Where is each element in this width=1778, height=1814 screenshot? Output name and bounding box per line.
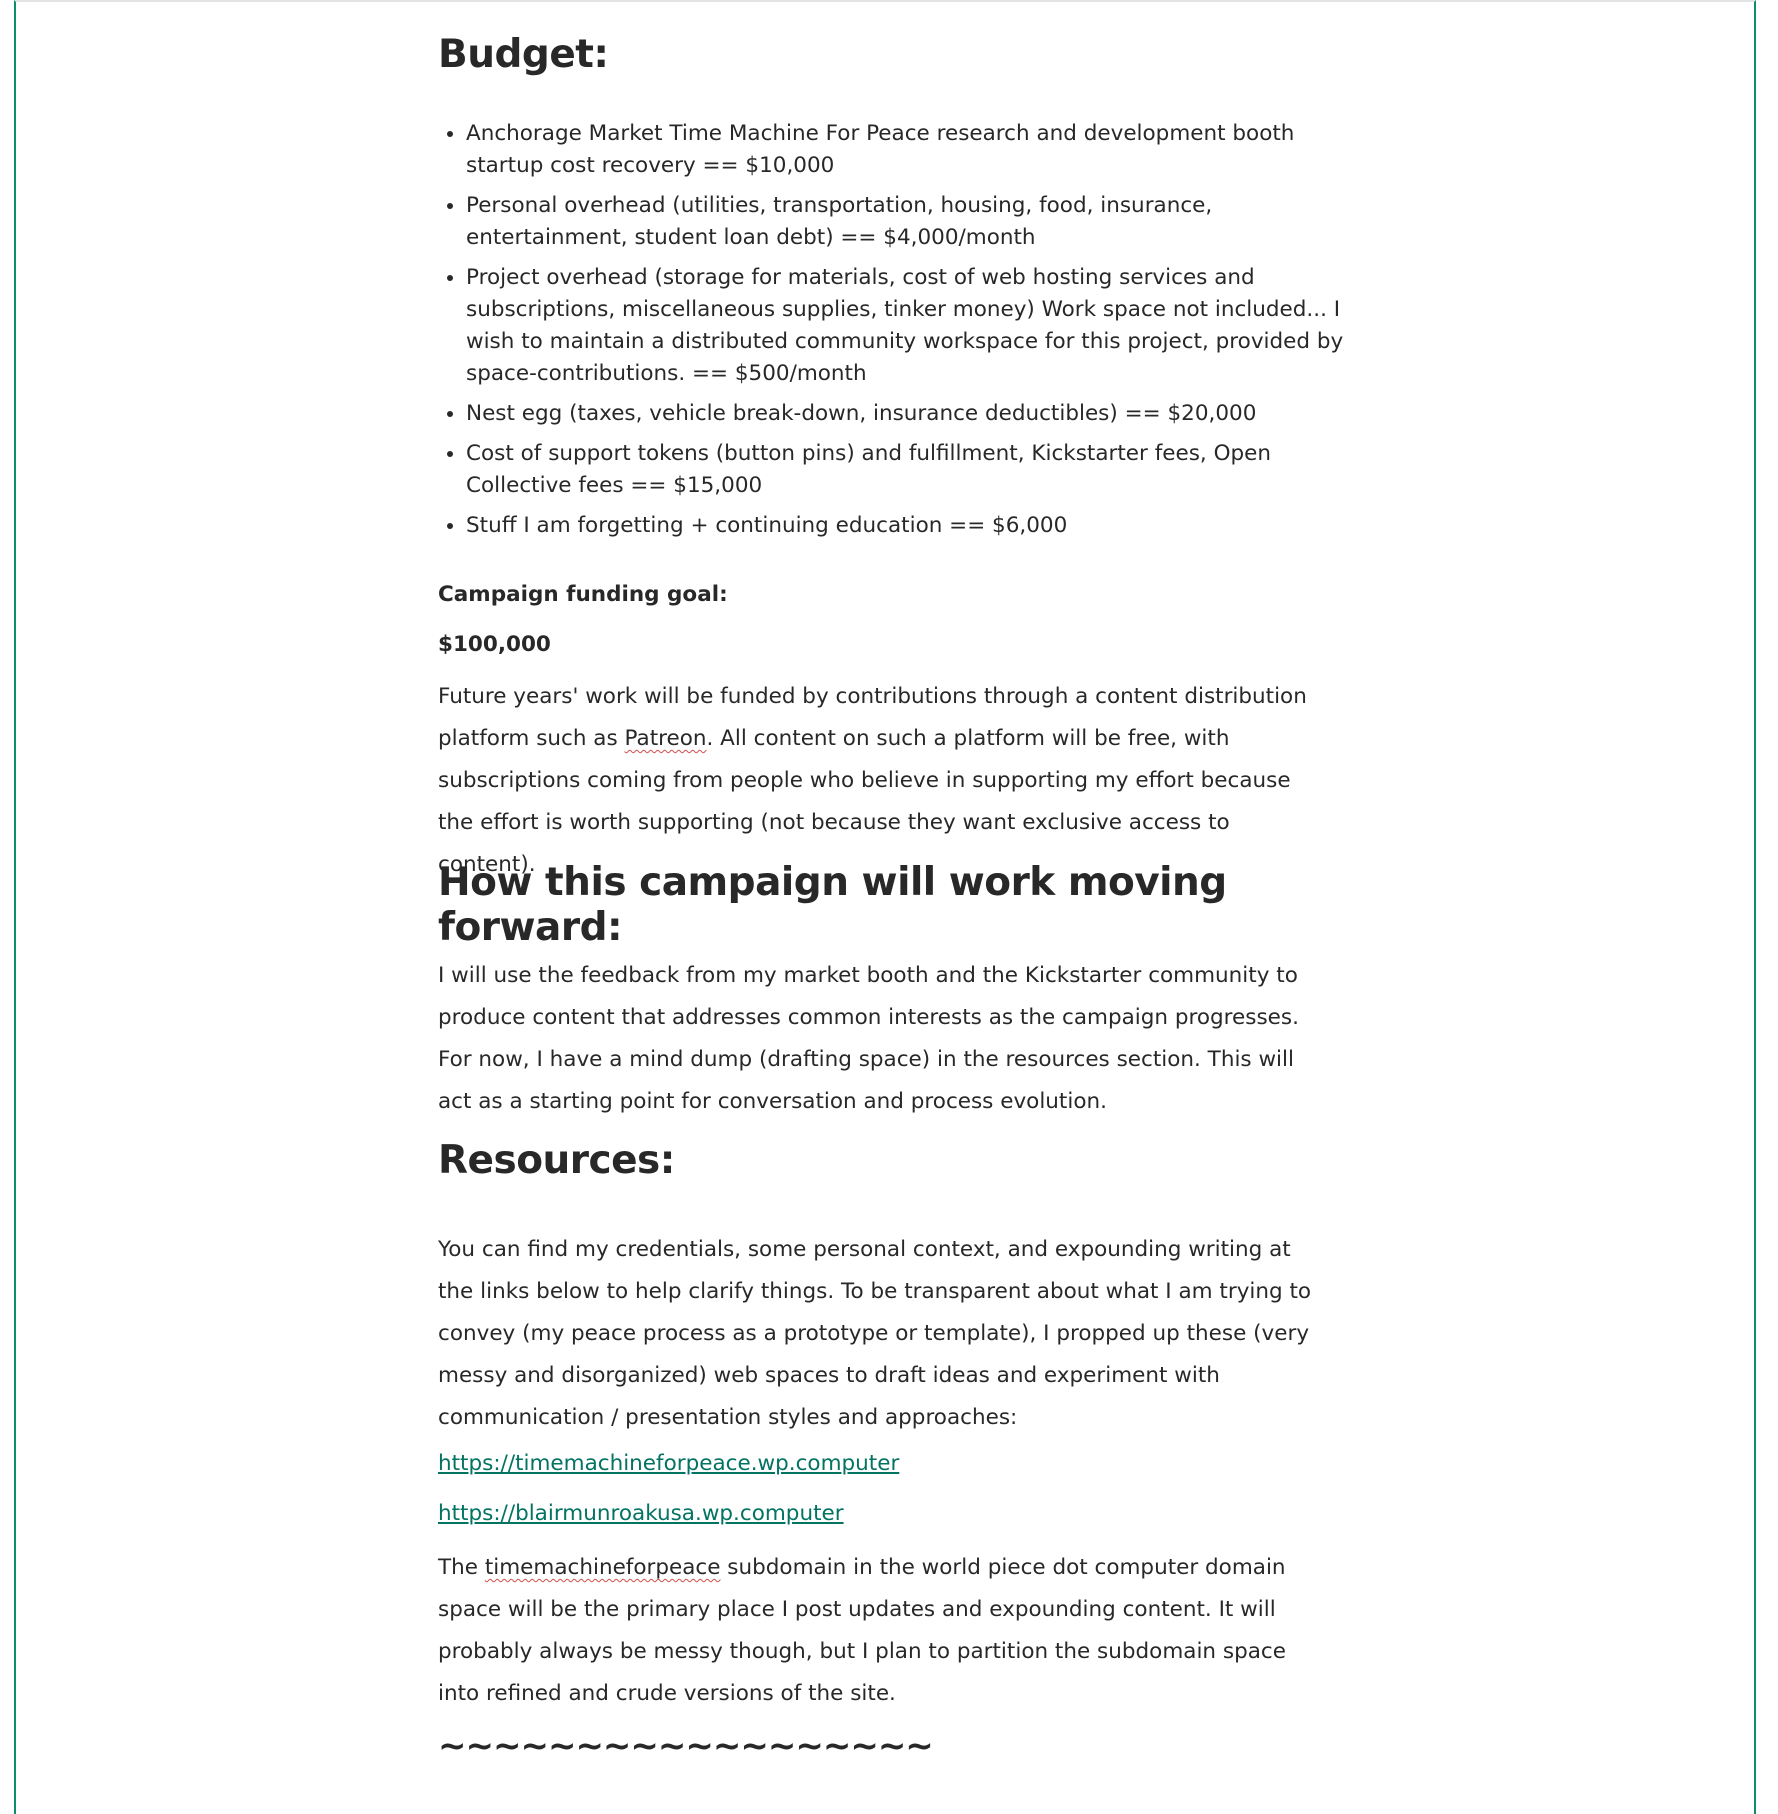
misspelled-word: timemachineforpeace (484, 1555, 721, 1580)
budget-heading: Budget: (438, 32, 609, 77)
future-funding-paragraph: Future years' work will be funded by con… (438, 676, 1318, 886)
subdomain-paragraph: The timemachineforpeace subdomain in the… (438, 1547, 1318, 1715)
how-paragraph: I will use the feedback from my market b… (438, 963, 1299, 1114)
list-item: Personal overhead (utilities, transporta… (466, 190, 1346, 254)
funding-goal-label: Campaign funding goal: (438, 582, 728, 607)
misspelled-word: Patreon (624, 726, 707, 751)
list-item: Cost of support tokens (button pins) and… (466, 438, 1346, 502)
budget-list: Anchorage Market Time Machine For Peace … (438, 118, 1346, 550)
funding-goal-value: $100,000 (438, 632, 551, 657)
resources-paragraph: You can find my credentials, some person… (438, 1237, 1312, 1430)
resources-heading: Resources: (438, 1138, 675, 1183)
list-item: Nest egg (taxes, vehicle break-down, ins… (466, 398, 1346, 430)
timemachineforpeace-link[interactable]: https://timemachineforpeace.wp.computer (438, 1451, 899, 1476)
list-item: Anchorage Market Time Machine For Peace … (466, 118, 1346, 182)
list-item: Project overhead (storage for materials,… (466, 262, 1346, 390)
list-item: Stuff I am forgetting + continuing educa… (466, 510, 1346, 542)
blairmunroakusa-link[interactable]: https://blairmunroakusa.wp.computer (438, 1501, 844, 1526)
text-segment: The (438, 1555, 485, 1580)
tilde-divider: ~~~~~~~~~~~~~~~~~~ (438, 1726, 934, 1766)
how-heading: How this campaign will work moving forwa… (438, 860, 1227, 950)
